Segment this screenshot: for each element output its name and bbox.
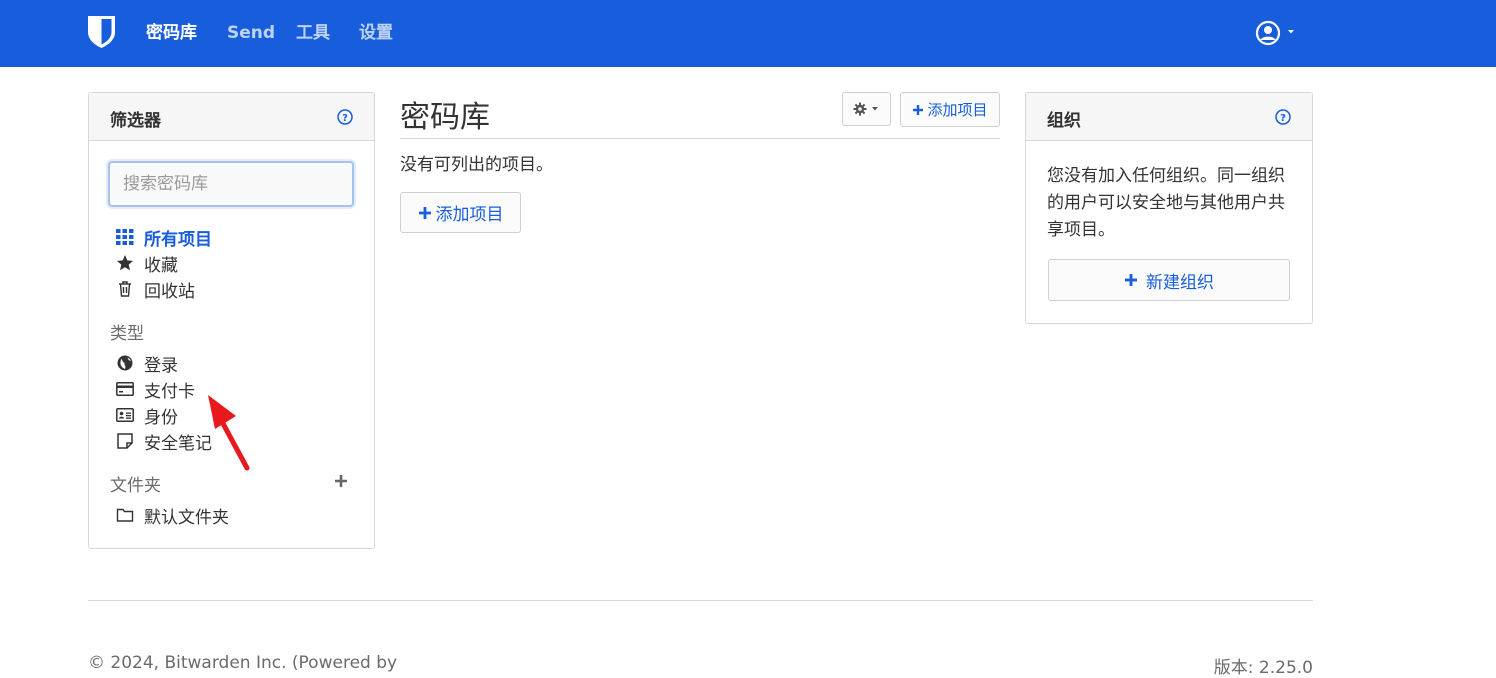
annotation-arrow-icon [208,395,250,471]
filter-title: 筛选器 [110,111,161,131]
filter-card: 筛选器 ? 所有项目 收藏 回收站 [88,92,375,549]
search-vault-input[interactable] [108,161,354,207]
add-item-header-button[interactable]: 添加项目 [900,92,1000,127]
add-item-button[interactable]: 添加项目 [400,192,521,233]
filter-trash-label: 回收站 [144,281,195,302]
help-icon[interactable]: ? [1275,109,1291,125]
top-navbar: 密码库 Send 工具 设置 [0,0,1496,67]
folders-heading: 文件夹 [110,476,161,496]
nav-tools[interactable]: 工具 [296,21,330,45]
types-heading: 类型 [110,324,144,344]
vault-options-button[interactable] [842,92,891,126]
add-item-label: 添加项目 [435,205,504,225]
title-divider [400,138,1000,139]
footer-version: 版本: 2.25.0 [1213,658,1313,678]
add-item-header-label: 添加项目 [927,101,988,119]
folder-icon [116,508,134,522]
page-title: 密码库 [400,100,490,135]
nav-settings[interactable]: 设置 [359,21,393,45]
org-card-header: 组织 ? [1026,93,1312,141]
new-organization-label: 新建组织 [1146,272,1214,293]
new-organization-button[interactable]: 新建组织 [1048,259,1290,301]
footer-copyright: © 2024, Bitwarden Inc. (Powered by [88,653,398,673]
svg-text:?: ? [342,113,348,124]
credit-card-icon [116,382,134,396]
filter-favorites[interactable]: 收藏 [116,251,178,276]
add-folder-icon[interactable] [333,473,349,489]
folder-default[interactable]: 默认文件夹 [116,503,229,528]
org-empty-text: 您没有加入任何组织。同一组织的用户可以安全地与其他用户共享项目。 [1047,166,1285,240]
type-login[interactable]: 登录 [116,351,178,376]
org-title: 组织 [1047,111,1081,131]
filter-all-items-label: 所有项目 [144,229,212,250]
organizations-card: 组织 ? 您没有加入任何组织。同一组织的用户可以安全地与其他用户共享项目。 新建… [1025,92,1313,324]
filter-trash[interactable]: 回收站 [116,277,195,302]
type-card-label: 支付卡 [144,381,195,402]
plus-icon [1125,274,1137,286]
grid-icon [116,229,134,245]
type-identity-label: 身份 [144,407,178,428]
folder-default-label: 默认文件夹 [144,507,229,528]
globe-icon [117,355,133,371]
note-icon [117,433,133,449]
type-secure-note[interactable]: 安全笔记 [116,429,212,454]
filter-all-items[interactable]: 所有项目 [116,225,212,250]
type-login-label: 登录 [144,355,178,376]
nav-send[interactable]: Send [227,21,275,45]
type-identity[interactable]: 身份 [116,403,178,428]
nav-vault[interactable]: 密码库 [146,21,197,45]
bitwarden-logo-icon[interactable] [87,15,116,49]
trash-icon [119,281,131,297]
svg-text:?: ? [1280,113,1286,124]
plus-icon [418,206,431,219]
type-card[interactable]: 支付卡 [116,377,195,402]
gear-icon [853,102,878,116]
filter-favorites-label: 收藏 [144,255,178,276]
star-icon [117,255,133,271]
account-menu-icon[interactable] [1255,20,1301,46]
footer-divider [88,600,1313,601]
help-icon[interactable]: ? [337,109,353,125]
plus-icon [913,104,924,115]
id-card-icon [116,408,134,422]
filter-card-header: 筛选器 ? [89,93,374,141]
empty-vault-text: 没有可列出的项目。 [400,155,553,175]
